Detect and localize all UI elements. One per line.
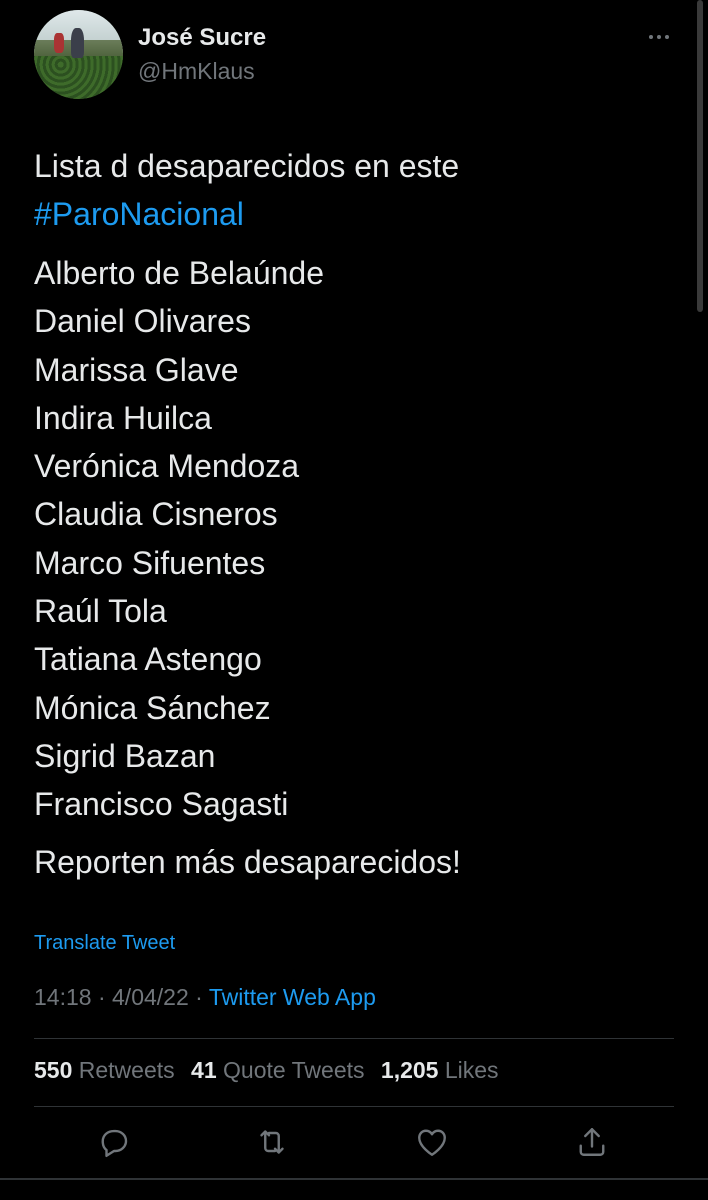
tweet-date[interactable]: 4/04/22	[112, 984, 189, 1010]
tweet-intro: Lista d desaparecidos en este	[34, 148, 460, 184]
quotes-stat[interactable]: 41 Quote Tweets	[191, 1057, 364, 1083]
likes-count: 1,205	[380, 1057, 439, 1083]
hashtag-link[interactable]: #ParoNacional	[34, 190, 674, 238]
list-item: Verónica Mendoza	[34, 448, 300, 485]
list-item: Daniel Olivares	[34, 303, 251, 340]
avatar[interactable]	[34, 10, 123, 99]
list-item: Indira Huilca	[34, 399, 212, 436]
list-item: Mónica Sánchez	[34, 689, 271, 726]
tweet-body: Lista d desaparecidos en este #ParoNacio…	[34, 142, 674, 238]
tweet-time[interactable]: 14:18	[34, 984, 92, 1010]
tweet-closing: Reporten más desaparecidos!	[34, 844, 461, 880]
list-item: Francisco Sagasti	[34, 786, 289, 823]
user-handle[interactable]: @HmKlaus	[138, 58, 255, 85]
list-item: Marco Sifuentes	[34, 544, 266, 581]
names-list: Alberto de Belaúnde Daniel Olivares Mari…	[34, 249, 674, 829]
display-name[interactable]: José Sucre	[138, 24, 266, 52]
tweet-stats: 550 Retweets 41 Quote Tweets 1,205 Likes	[34, 1057, 499, 1084]
action-bar	[0, 1118, 708, 1168]
list-item: Alberto de Belaúnde	[34, 255, 324, 291]
list-item: Raúl Tola	[34, 593, 167, 630]
tweet-source[interactable]: Twitter Web App	[209, 984, 376, 1010]
divider	[34, 1106, 674, 1107]
quotes-label: Quote Tweets	[223, 1057, 365, 1083]
meta-separator: ·	[195, 984, 203, 1010]
divider	[34, 1038, 674, 1039]
retweets-count: 550	[34, 1057, 73, 1083]
more-options-icon[interactable]	[646, 26, 672, 48]
retweets-label: Retweets	[78, 1057, 175, 1083]
retweet-icon[interactable]	[254, 1124, 290, 1160]
tweet-header: José Sucre @HmKlaus	[0, 0, 708, 120]
list-item: Tatiana Astengo	[34, 641, 262, 678]
list-item: Marissa Glave	[34, 351, 239, 388]
retweets-stat[interactable]: 550 Retweets	[34, 1057, 175, 1083]
scrollbar[interactable]	[697, 0, 703, 312]
translate-tweet-link[interactable]: Translate Tweet	[34, 932, 175, 955]
reply-icon[interactable]	[96, 1124, 132, 1160]
tweet-meta: 14:18 · 4/04/22 · Twitter Web App	[34, 984, 376, 1011]
likes-stat[interactable]: 1,205 Likes	[381, 1057, 499, 1083]
quotes-count: 41	[191, 1057, 217, 1083]
divider	[0, 1178, 708, 1180]
meta-separator: ·	[97, 984, 106, 1010]
likes-label: Likes	[444, 1057, 499, 1083]
share-icon[interactable]	[574, 1124, 610, 1160]
list-item: Sigrid Bazan	[34, 737, 216, 774]
heart-icon[interactable]	[414, 1124, 450, 1160]
list-item: Claudia Cisneros	[34, 496, 278, 533]
